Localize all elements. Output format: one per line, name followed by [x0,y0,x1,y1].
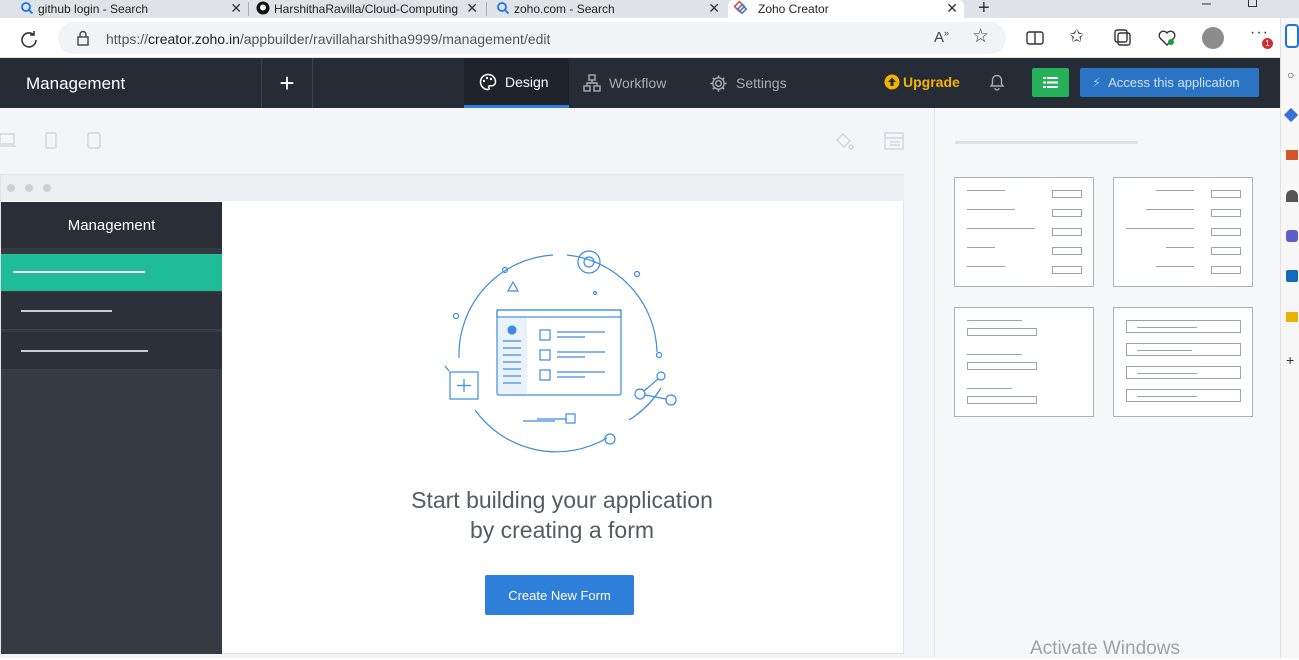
report-view-button[interactable] [1032,68,1069,97]
preview-sidebar-title: Management [1,202,222,248]
url-scheme: https:// [106,31,149,47]
sidebar-app-icon[interactable] [1283,107,1299,123]
layout-option-right-label[interactable] [1113,177,1253,287]
layout-option-inline-label[interactable] [1113,307,1253,417]
restore-icon[interactable] [1248,0,1257,7]
favorite-star-icon[interactable]: ☆ [972,25,989,48]
palette-icon [479,73,497,90]
app-title: Management [26,74,126,93]
tab-title: Zoho Creator [758,2,829,16]
new-tab-icon[interactable]: + [978,0,990,20]
paint-bucket-icon[interactable] [834,131,854,151]
close-tab-icon[interactable]: ✕ [230,0,242,16]
desktop-view-icon[interactable] [0,133,16,147]
tab-divider [486,2,487,16]
placeholder-line [13,271,145,273]
preview-menu-item[interactable] [1,292,222,330]
shopping-icon[interactable] [1286,150,1298,160]
header-divider [312,58,313,108]
search-icon [21,2,34,15]
tab-design[interactable]: Design [464,58,569,108]
edge-sidebar: ○ + [1280,18,1299,658]
bing-copilot-icon[interactable] [1285,24,1299,48]
url-path: /appbuilder/ravillaharshitha9999/managem… [239,31,551,47]
search-icon[interactable]: ○ [1287,68,1294,82]
preview-window-bar [1,175,904,201]
upgrade-button[interactable]: Upgrade [884,74,960,90]
tab-design-label: Design [505,73,549,90]
window-dot [43,184,51,192]
window-dot [25,184,33,192]
gear-icon [710,74,727,92]
bell-icon[interactable] [988,72,1006,91]
list-icon [1043,77,1058,88]
browser-tab-github-search[interactable]: github login - Search ✕ [20,0,248,18]
lock-icon[interactable] [76,30,90,46]
access-application-button[interactable]: ⚡ Access this application [1080,68,1259,97]
upgrade-arrow-icon [884,74,900,90]
tab-settings[interactable]: Settings [709,58,787,108]
browser-tab-strip: github login - Search ✕ HarshithaRavilla… [0,0,1299,20]
browser-tab-github-repo[interactable]: HarshithaRavilla/Cloud-Computing ✕ [256,0,484,18]
workflow-icon [583,74,601,92]
create-new-form-button[interactable]: Create New Form [485,575,634,615]
outlook-icon[interactable] [1286,270,1298,282]
empty-state-line2: by creating a form [469,517,655,543]
drop-icon[interactable] [1286,312,1298,322]
tab-divider [248,2,249,16]
profile-avatar[interactable] [1202,27,1224,49]
access-label: Access this application [1108,75,1240,90]
preview-sidebar: Management [1,202,222,654]
minimize-icon[interactable]: – [1202,0,1211,13]
add-sidebar-icon[interactable]: + [1286,352,1294,368]
placeholder-line [21,310,112,312]
preview-menu-item-selected[interactable] [1,254,222,291]
browser-essentials-icon[interactable] [1158,29,1176,47]
add-component-button[interactable]: + [262,58,312,108]
lightning-icon: ⚡ [1092,74,1102,90]
layout-option-left-label[interactable] [954,177,1094,287]
tools-icon[interactable] [1286,190,1298,202]
address-row: https://creator.zoho.in/appbuilder/ravil… [0,18,1280,58]
mobile-view-icon[interactable] [87,132,101,149]
windows-activation-watermark: Activate Windows [1030,638,1180,659]
close-tab-icon[interactable]: ✕ [708,0,720,16]
notification-badge: 1 [1262,38,1273,49]
upgrade-label: Upgrade [903,74,960,90]
layout-settings-icon[interactable] [884,132,904,150]
tab-title: github login - Search [38,2,149,16]
close-tab-icon[interactable]: ✕ [946,0,958,16]
favorites-icon[interactable]: ✩ [1069,26,1084,47]
refresh-icon[interactable] [19,29,39,49]
browser-tab-zoho-search[interactable]: zoho.com - Search ✕ [496,0,726,18]
browser-tab-zoho-creator[interactable]: Zoho Creator ✕ [728,0,964,18]
games-icon[interactable] [1286,230,1298,242]
split-screen-icon[interactable] [1026,31,1044,45]
collections-icon[interactable] [1114,29,1132,47]
empty-state-line1: Start building your application [411,487,713,513]
close-tab-icon[interactable]: ✕ [466,0,478,16]
tab-workflow[interactable]: Workflow [583,58,666,108]
layout-option-top-label[interactable] [954,307,1094,417]
tablet-view-icon[interactable] [45,132,57,149]
placeholder-line [21,350,148,352]
window-dot [7,184,15,192]
preview-menu-item[interactable] [1,332,222,370]
tab-title: zoho.com - Search [514,2,615,16]
github-icon [256,1,270,15]
form-builder-illustration [444,250,677,453]
panel-title-placeholder [955,141,1138,144]
read-aloud-icon[interactable]: A» [934,28,949,46]
tab-settings-label: Settings [736,75,787,91]
zoho-icon [734,1,748,15]
search-icon [497,2,510,15]
tab-title: HarshithaRavilla/Cloud-Computing [274,2,459,16]
url-host: creator.zoho.in [148,31,240,47]
url-text[interactable]: https://creator.zoho.in/appbuilder/ravil… [106,31,550,47]
tab-workflow-label: Workflow [609,75,667,91]
